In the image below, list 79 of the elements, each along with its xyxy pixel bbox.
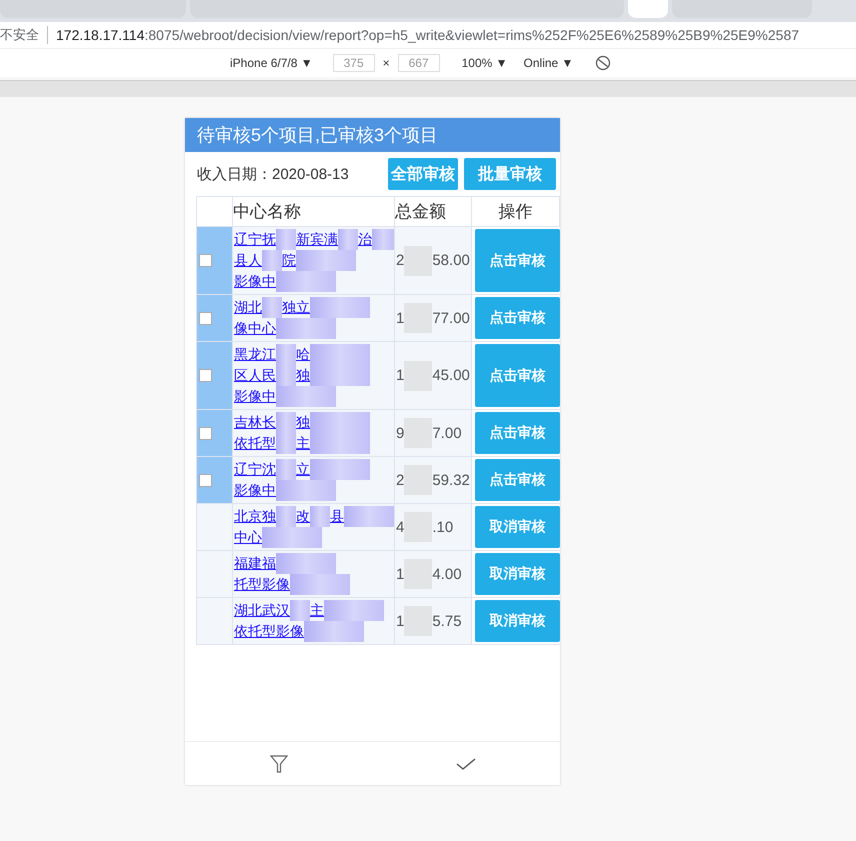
checkmark-icon[interactable]: [456, 756, 476, 770]
center-name-link[interactable]: 吉林长: [234, 412, 276, 433]
column-header: 中心名称: [233, 196, 395, 227]
amount-text: .10: [432, 518, 454, 536]
amount-text: 4.00: [432, 566, 462, 582]
center-name-link[interactable]: 主: [310, 600, 324, 621]
center-name-link[interactable]: 托型影像: [234, 574, 290, 595]
column-header: 总金额: [395, 196, 472, 227]
center-name-link[interactable]: 辽宁抚: [234, 229, 276, 250]
redaction-block: [310, 433, 370, 454]
center-name-link[interactable]: 像中心: [234, 318, 276, 339]
row-checkbox[interactable]: [199, 312, 212, 324]
row-checkbox[interactable]: [199, 426, 212, 440]
amount-text: 5.75: [432, 612, 462, 630]
rotate-icon[interactable]: [595, 55, 612, 71]
center-name-link[interactable]: 治: [358, 229, 372, 250]
center-name-link[interactable]: 独: [296, 412, 310, 433]
center-name-link[interactable]: 影像中: [234, 271, 276, 292]
amount-text: 59.32: [432, 472, 470, 488]
amount-text: 58.00: [432, 252, 470, 269]
amount-text: 7.00: [432, 424, 462, 442]
center-name-link[interactable]: 湖北武汉: [234, 600, 290, 621]
amount-text: 1: [396, 566, 404, 582]
redaction-block: [310, 297, 370, 318]
times-sign: ×: [382, 56, 390, 70]
redaction-block: [372, 229, 394, 250]
redaction-block: [290, 574, 350, 595]
redaction-block: [344, 506, 394, 527]
redaction-block: [310, 412, 370, 433]
center-name-link[interactable]: 县: [330, 506, 344, 527]
column-header: 操作: [472, 196, 560, 227]
redaction-block: [310, 344, 370, 365]
center-name-link[interactable]: 湖北: [234, 297, 262, 318]
center-name-link[interactable]: 新宾满: [296, 229, 338, 250]
amount-text: 77.00: [432, 310, 470, 326]
redaction-block: [310, 459, 370, 480]
device-select[interactable]: iPhone 6/7/8 ▼: [230, 56, 313, 70]
security-label[interactable]: 不安全: [0, 26, 48, 44]
redaction-block: [276, 433, 296, 454]
center-name-link[interactable]: 影像中: [234, 480, 276, 501]
center-name-link[interactable]: 哈: [296, 344, 310, 365]
redaction-block: [324, 600, 384, 621]
center-name-link[interactable]: 立: [296, 459, 310, 480]
amount-text: 4: [396, 518, 404, 536]
center-name-link[interactable]: 依托型影像: [234, 621, 304, 642]
center-name-link[interactable]: 黑龙江: [234, 344, 276, 365]
report-title: 待审核5个项目,已审核3个项目: [185, 118, 560, 152]
center-name-link[interactable]: 改: [296, 506, 310, 527]
filter-icon[interactable]: [268, 754, 289, 774]
amount-text: 1: [396, 310, 404, 326]
url-text[interactable]: 172.18.17.114:8075/webroot/decision/view/report?op=h5_write&viewlet=rims%252F%25E6%2589%25B9%25E9%2587: [56, 27, 800, 43]
amount-text: 1: [396, 367, 404, 384]
center-name-link[interactable]: 依托型: [234, 433, 276, 454]
center-name-link[interactable]: 影像中: [234, 386, 276, 407]
amount-text: 45.00: [432, 367, 470, 384]
center-name-link[interactable]: 主: [296, 433, 310, 454]
center-name-link[interactable]: 独立: [282, 297, 310, 318]
redaction-block: [276, 553, 336, 574]
amount-text: 9: [396, 424, 404, 442]
center-name-link[interactable]: 区人民: [234, 365, 276, 386]
amount-text: 2: [396, 252, 404, 269]
center-name-link[interactable]: 福建福: [234, 553, 276, 574]
date-label: 收入日期：2020-08-13: [197, 164, 350, 184]
redaction-block: [276, 344, 296, 365]
center-name-link[interactable]: 院: [282, 250, 296, 271]
center-name-link[interactable]: 北京独: [234, 506, 276, 527]
network-select[interactable]: Online ▼: [524, 56, 574, 70]
row-checkbox[interactable]: [199, 474, 212, 486]
center-name-link[interactable]: 辽宁沈: [234, 459, 276, 480]
row-checkbox[interactable]: [199, 369, 212, 382]
redaction-block: [310, 365, 370, 386]
redaction-block: [276, 412, 296, 433]
amount-text: 2: [396, 472, 404, 488]
amount-text: 1: [396, 612, 404, 630]
center-name-link[interactable]: 县人: [234, 250, 262, 271]
center-name-link[interactable]: 独: [296, 365, 310, 386]
row-checkbox[interactable]: [199, 254, 212, 267]
zoom-select[interactable]: 100% ▼: [462, 56, 508, 70]
center-name-link[interactable]: 中心: [234, 527, 262, 548]
